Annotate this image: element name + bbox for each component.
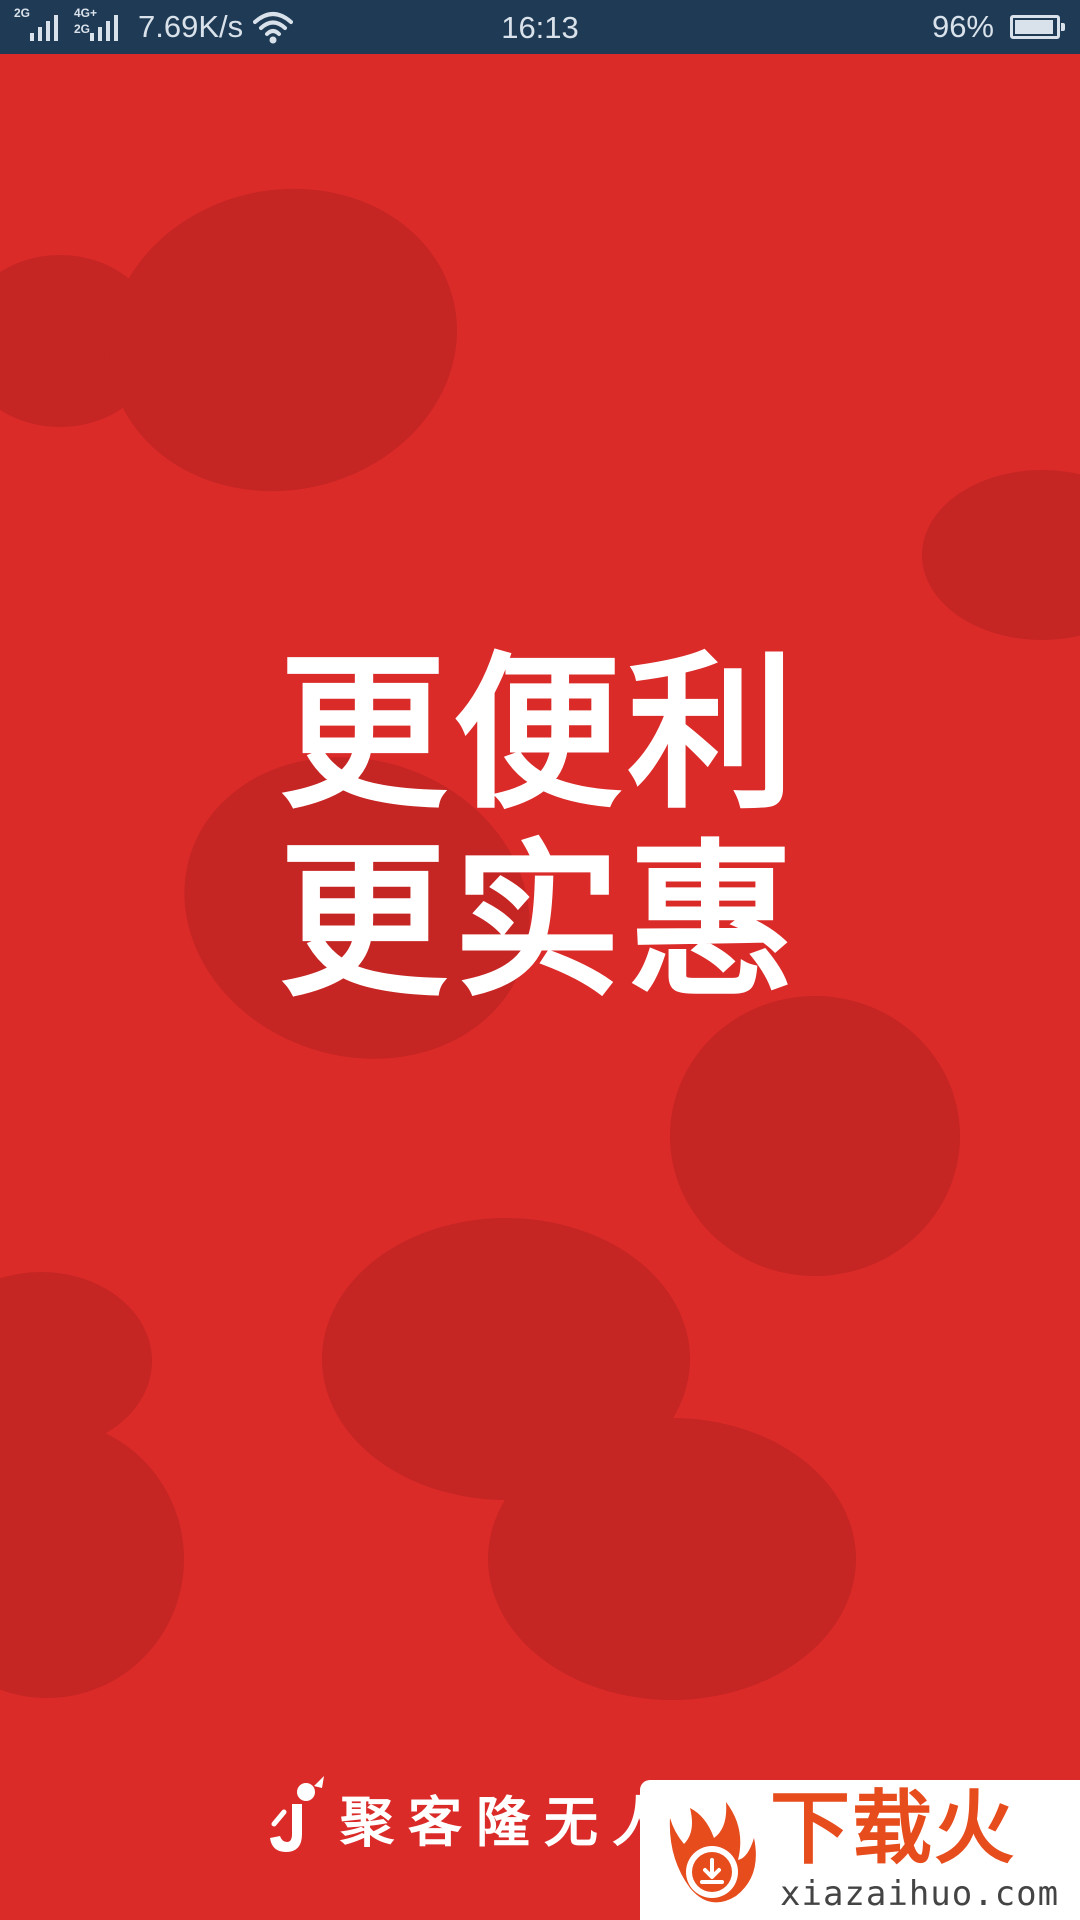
slogan-line-2: 更实惠 (279, 824, 801, 1020)
background-blob (670, 996, 960, 1276)
watermark: 下载火 xiazaihuo.com (640, 1780, 1080, 1920)
battery-fill (1015, 20, 1054, 34)
splash-screen: 2G 4G+ 2G 7.69K/s 16:13 96% 更便利 更实惠 聚客隆无… (0, 0, 1080, 1920)
background-blob (0, 1420, 184, 1698)
status-right: 96% (931, 0, 1065, 54)
background-blob (488, 1418, 856, 1700)
brand-logo-icon (270, 1776, 324, 1852)
clock: 16:13 (501, 10, 579, 45)
slogan-line-1: 更便利 (279, 636, 801, 832)
fire-download-icon (669, 1802, 756, 1903)
status-bar: 2G 4G+ 2G 7.69K/s 16:13 96% (0, 0, 1080, 54)
battery-percent: 96% (931, 9, 994, 44)
watermark-url: xiazaihuo.com (780, 1874, 1060, 1914)
background-blob (80, 156, 486, 524)
battery-icon (1010, 15, 1065, 39)
watermark-title: 下载火 (770, 1782, 1016, 1875)
background-blob (922, 470, 1080, 640)
